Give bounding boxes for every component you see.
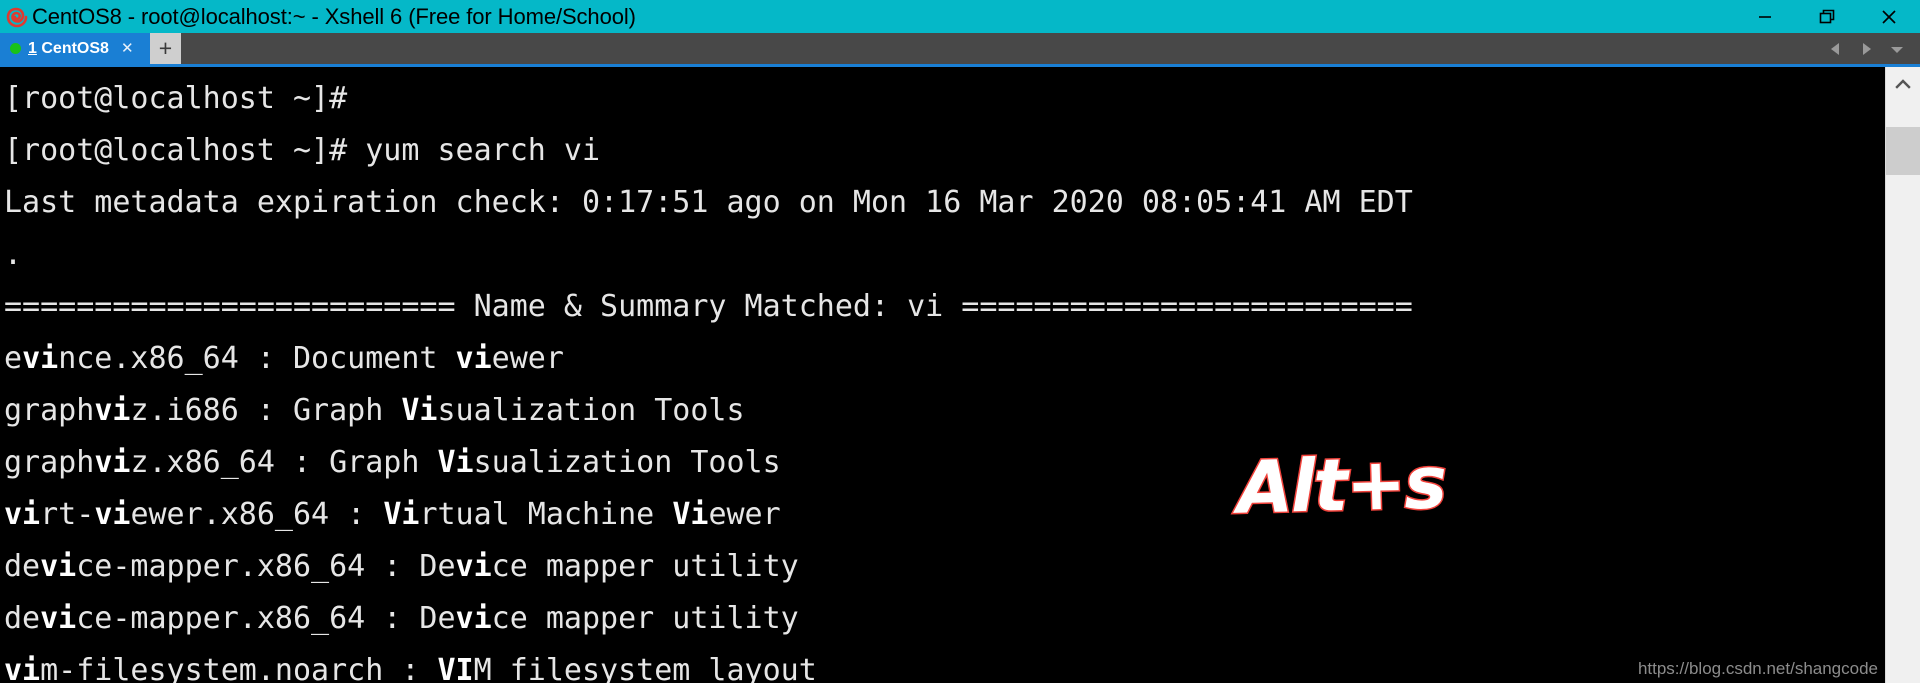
tab-number: 1 (28, 39, 37, 57)
terminal-line: virt-viewer.x86_64 : Virtual Machine Vie… (4, 489, 1885, 541)
terminal-match-highlight: vi (455, 549, 492, 584)
tab-label: 1 CentOS8 (28, 40, 109, 58)
terminal-line: Last metadata expiration check: 0:17:51 … (4, 177, 1885, 229)
tab-title: CentOS8 (41, 39, 109, 57)
terminal-line: . (4, 229, 1885, 281)
scroll-up-chevron-up-icon[interactable] (1886, 67, 1920, 101)
terminal-text: nce.x86_64 : Document (58, 341, 456, 376)
annotation-alt-s: Alt+s (1234, 439, 1447, 531)
terminal-text: sualization Tools (437, 393, 745, 428)
terminal-match-highlight: Vi (437, 445, 474, 480)
terminal-match-highlight: VI (437, 653, 474, 683)
terminal-text: ce-mapper.x86_64 : De (76, 601, 456, 636)
terminal-text: ========================= Name & Summary… (4, 289, 1413, 324)
terminal-line: graphviz.x86_64 : Graph Visualization To… (4, 437, 1885, 489)
terminal-output[interactable]: [root@localhost ~]# [root@localhost ~]# … (0, 67, 1885, 683)
terminal-text: z.i686 : Graph (130, 393, 402, 428)
connection-status-dot (10, 43, 21, 54)
terminal-text: graph (4, 445, 95, 480)
terminal-match-highlight: vi (94, 445, 131, 480)
terminal-line: vim-filesystem.noarch : VIM filesystem l… (4, 645, 1885, 683)
xshell-logo-icon (4, 4, 30, 30)
tab-next-icon[interactable] (1858, 40, 1874, 58)
terminal-match-highlight: Vi (401, 393, 438, 428)
terminal-scrollbar[interactable] (1885, 67, 1920, 683)
terminal-match-highlight: vi (94, 497, 131, 532)
terminal-match-highlight: vi (22, 341, 59, 376)
tab-prev-icon[interactable] (1828, 40, 1844, 58)
terminal-text: sualization Tools (473, 445, 781, 480)
terminal-text: ewer (491, 341, 564, 376)
restore-icon[interactable] (1796, 0, 1858, 33)
terminal-line: graphviz.i686 : Graph Visualization Tool… (4, 385, 1885, 437)
terminal-match-highlight: vi (455, 601, 492, 636)
tab-close-icon[interactable]: ✕ (121, 41, 134, 56)
xshell-window: CentOS8 - root@localhost:~ - Xshell 6 (F… (0, 0, 1920, 683)
terminal-match-highlight: vi (40, 601, 77, 636)
window-controls (1734, 0, 1920, 33)
terminal-match-highlight: vi (455, 341, 492, 376)
terminal-match-highlight: vi (94, 393, 131, 428)
terminal-line: [root@localhost ~]# yum search vi (4, 125, 1885, 177)
terminal-text: z.x86_64 : Graph (130, 445, 438, 480)
terminal-text: ewer.x86_64 : (130, 497, 384, 532)
terminal-text: de (4, 601, 41, 636)
close-icon[interactable] (1858, 0, 1920, 33)
terminal-match-highlight: Vi (383, 497, 420, 532)
terminal-text: Last metadata expiration check: 0:17:51 … (4, 185, 1413, 220)
terminal-match-highlight: vi (4, 497, 41, 532)
title-bar: CentOS8 - root@localhost:~ - Xshell 6 (F… (0, 0, 1920, 33)
terminal-text: ce-mapper.x86_64 : De (76, 549, 456, 584)
terminal-text: m-filesystem.noarch : (40, 653, 438, 683)
terminal-text: [root@localhost ~]# (4, 81, 366, 116)
terminal-line-list: [root@localhost ~]# [root@localhost ~]# … (4, 73, 1885, 683)
terminal-text: rtual Machine (419, 497, 673, 532)
minimize-icon[interactable] (1734, 0, 1796, 33)
terminal-text: rt- (40, 497, 95, 532)
watermark: https://blog.csdn.net/shangcode (1637, 659, 1878, 678)
terminal-match-highlight: Vi (672, 497, 709, 532)
terminal-text: ce mapper utility (491, 601, 799, 636)
terminal-text: e (4, 341, 23, 376)
terminal-line: [root@localhost ~]# (4, 73, 1885, 125)
terminal-line: device-mapper.x86_64 : Device mapper uti… (4, 593, 1885, 645)
sidebar-item-tab-centos8[interactable]: 1 CentOS8 ✕ (0, 33, 150, 64)
terminal-text: graph (4, 393, 95, 428)
tab-strip: 1 CentOS8 ✕ + (0, 33, 1920, 64)
window-title: CentOS8 - root@localhost:~ - Xshell 6 (F… (32, 3, 636, 29)
terminal-text: . (4, 237, 23, 272)
scrollbar-thumb[interactable] (1886, 127, 1920, 175)
terminal-text: ewer (708, 497, 781, 532)
terminal-line: ========================= Name & Summary… (4, 281, 1885, 333)
new-tab-button[interactable]: + (150, 33, 181, 64)
terminal-match-highlight: vi (4, 653, 41, 683)
terminal-text: M filesystem layout (473, 653, 817, 683)
terminal-line: evince.x86_64 : Document viewer (4, 333, 1885, 385)
tab-list-chevron-down-icon[interactable] (1888, 40, 1906, 58)
tab-navigation (1828, 33, 1914, 64)
terminal-match-highlight: vi (40, 549, 77, 584)
terminal-text: ce mapper utility (491, 549, 799, 584)
terminal-text: de (4, 549, 41, 584)
terminal-line: device-mapper.x86_64 : Device mapper uti… (4, 541, 1885, 593)
terminal-text: [root@localhost ~]# yum search vi (4, 133, 601, 168)
